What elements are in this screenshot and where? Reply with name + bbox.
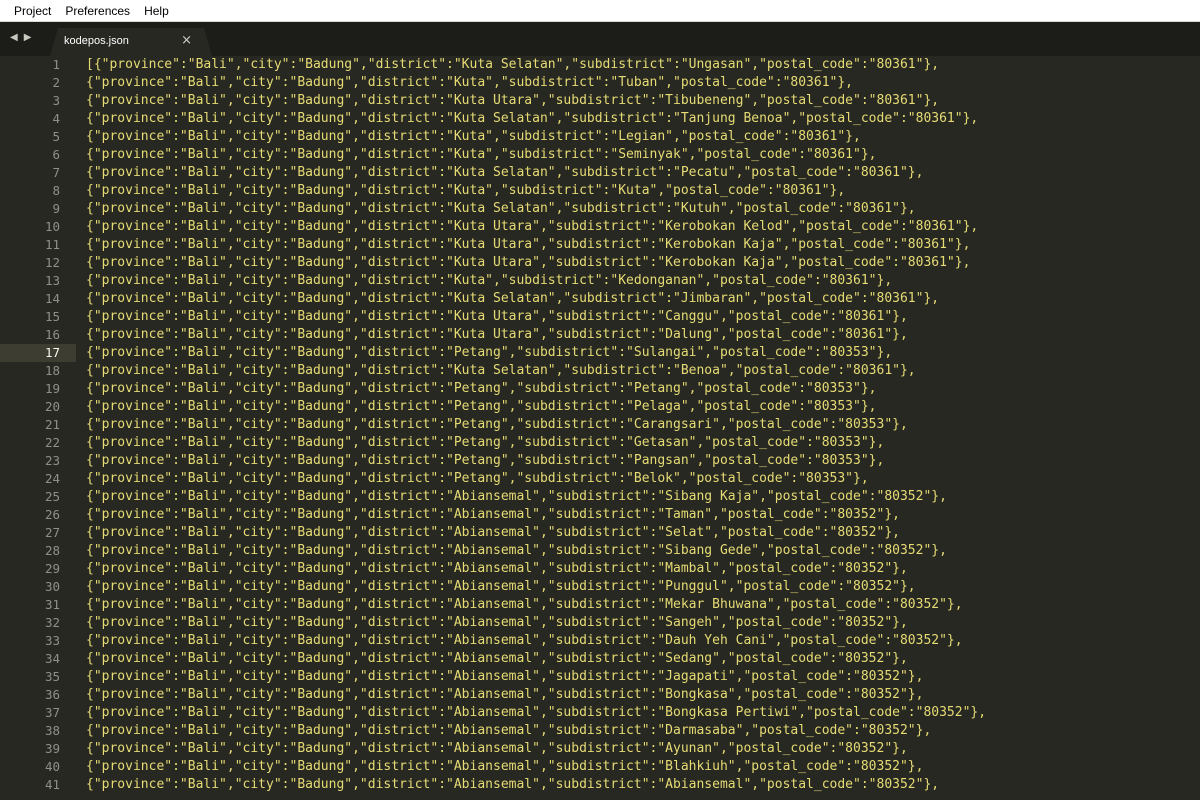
code-line[interactable]: {"province":"Bali","city":"Badung","dist… bbox=[86, 704, 1200, 722]
code-line[interactable]: {"province":"Bali","city":"Badung","dist… bbox=[86, 578, 1200, 596]
code-line[interactable]: {"province":"Bali","city":"Badung","dist… bbox=[86, 452, 1200, 470]
line-number: 39 bbox=[44, 741, 60, 756]
code-line[interactable]: {"province":"Bali","city":"Badung","dist… bbox=[86, 650, 1200, 668]
line-number: 14 bbox=[44, 291, 60, 306]
line-number: 21 bbox=[44, 417, 60, 432]
code-line[interactable]: {"province":"Bali","city":"Badung","dist… bbox=[86, 776, 1200, 794]
line-number: 25 bbox=[44, 489, 60, 504]
code-line[interactable]: {"province":"Bali","city":"Badung","dist… bbox=[86, 254, 1200, 272]
line-number: 33 bbox=[44, 633, 60, 648]
code-line[interactable]: {"province":"Bali","city":"Badung","dist… bbox=[86, 416, 1200, 434]
code-line[interactable]: {"province":"Bali","city":"Badung","dist… bbox=[86, 110, 1200, 128]
line-number: 7 bbox=[52, 165, 60, 180]
code-line[interactable]: {"province":"Bali","city":"Badung","dist… bbox=[86, 344, 1200, 362]
menu-preferences[interactable]: Preferences bbox=[58, 0, 137, 22]
line-number: 13 bbox=[44, 273, 60, 288]
code-line[interactable]: [{"province":"Bali","city":"Badung","dis… bbox=[86, 56, 1200, 74]
line-number-gutter: 1 2 3 4 5 6 7 8 9 10 11 12 13 14 15 16 17 18 19 20 21 22 23 24 2… bbox=[0, 56, 76, 800]
editor[interactable]: 1 2 3 4 5 6 7 8 9 10 11 12 13 14 15 16 17 18 19 20 21 22 23 24 2… bbox=[0, 56, 1200, 800]
code-line[interactable]: {"province":"Bali","city":"Badung","dist… bbox=[86, 434, 1200, 452]
code-line[interactable]: {"province":"Bali","city":"Badung","dist… bbox=[86, 146, 1200, 164]
code-line[interactable]: {"province":"Bali","city":"Badung","dist… bbox=[86, 740, 1200, 758]
code-line[interactable]: {"province":"Bali","city":"Badung","dist… bbox=[86, 398, 1200, 416]
line-number: 30 bbox=[44, 579, 60, 594]
line-number: 20 bbox=[44, 399, 60, 414]
line-number: 34 bbox=[44, 651, 60, 666]
close-icon[interactable]: × bbox=[181, 34, 192, 48]
line-number: 26 bbox=[44, 507, 60, 522]
code-area[interactable]: [{"province":"Bali","city":"Badung","dis… bbox=[86, 56, 1200, 800]
code-line[interactable]: {"province":"Bali","city":"Badung","dist… bbox=[86, 218, 1200, 236]
line-number: 9 bbox=[52, 201, 60, 216]
code-line[interactable]: {"province":"Bali","city":"Badung","dist… bbox=[86, 128, 1200, 146]
line-number: 19 bbox=[44, 381, 60, 396]
code-line[interactable]: {"province":"Bali","city":"Badung","dist… bbox=[86, 164, 1200, 182]
code-line[interactable]: {"province":"Bali","city":"Badung","dist… bbox=[86, 686, 1200, 704]
code-line[interactable]: {"province":"Bali","city":"Badung","dist… bbox=[86, 506, 1200, 524]
code-line[interactable]: {"province":"Bali","city":"Badung","dist… bbox=[86, 524, 1200, 542]
code-line[interactable]: {"province":"Bali","city":"Badung","dist… bbox=[86, 200, 1200, 218]
code-line[interactable]: {"province":"Bali","city":"Badung","dist… bbox=[86, 326, 1200, 344]
line-number: 18 bbox=[44, 363, 60, 378]
tab-title: kodepos.json bbox=[64, 35, 129, 47]
code-line[interactable]: {"province":"Bali","city":"Badung","dist… bbox=[86, 614, 1200, 632]
code-line[interactable]: {"province":"Bali","city":"Badung","dist… bbox=[86, 290, 1200, 308]
line-number: 5 bbox=[52, 129, 60, 144]
code-line[interactable]: {"province":"Bali","city":"Badung","dist… bbox=[86, 308, 1200, 326]
line-number: 1 bbox=[52, 57, 60, 72]
line-number: 37 bbox=[44, 705, 60, 720]
code-line[interactable]: {"province":"Bali","city":"Badung","dist… bbox=[86, 560, 1200, 578]
menu-bar: Project Preferences Help bbox=[0, 0, 1200, 22]
line-number: 2 bbox=[52, 75, 60, 90]
code-line[interactable]: {"province":"Bali","city":"Badung","dist… bbox=[86, 74, 1200, 92]
code-line[interactable]: {"province":"Bali","city":"Badung","dist… bbox=[86, 380, 1200, 398]
tab-kodepos[interactable]: kodepos.json × bbox=[50, 28, 212, 56]
line-number: 41 bbox=[44, 777, 60, 792]
code-line[interactable]: {"province":"Bali","city":"Badung","dist… bbox=[86, 470, 1200, 488]
tab-nav: ◀ ▶ bbox=[10, 32, 31, 44]
line-number: 6 bbox=[52, 147, 60, 162]
line-number: 16 bbox=[44, 327, 60, 342]
code-line[interactable]: {"province":"Bali","city":"Badung","dist… bbox=[86, 722, 1200, 740]
code-line[interactable]: {"province":"Bali","city":"Badung","dist… bbox=[86, 758, 1200, 776]
line-number: 12 bbox=[44, 255, 60, 270]
code-line[interactable]: {"province":"Bali","city":"Badung","dist… bbox=[86, 272, 1200, 290]
line-number: 4 bbox=[52, 111, 60, 126]
code-line[interactable]: {"province":"Bali","city":"Badung","dist… bbox=[86, 182, 1200, 200]
code-line[interactable]: {"province":"Bali","city":"Badung","dist… bbox=[86, 542, 1200, 560]
line-number: 29 bbox=[44, 561, 60, 576]
back-arrow-icon[interactable]: ◀ bbox=[10, 32, 18, 44]
line-number: 23 bbox=[44, 453, 60, 468]
line-number: 22 bbox=[44, 435, 60, 450]
code-line[interactable]: {"province":"Bali","city":"Badung","dist… bbox=[86, 362, 1200, 380]
code-line[interactable]: {"province":"Bali","city":"Badung","dist… bbox=[86, 596, 1200, 614]
line-number: 31 bbox=[44, 597, 60, 612]
line-number: 24 bbox=[44, 471, 60, 486]
line-number: 15 bbox=[44, 309, 60, 324]
line-number: 11 bbox=[44, 237, 60, 252]
code-line[interactable]: {"province":"Bali","city":"Badung","dist… bbox=[86, 92, 1200, 110]
line-number: 8 bbox=[52, 183, 60, 198]
forward-arrow-icon[interactable]: ▶ bbox=[24, 32, 32, 44]
line-number: 3 bbox=[52, 93, 60, 108]
line-number: 35 bbox=[44, 669, 60, 684]
line-number: 38 bbox=[44, 723, 60, 738]
tab-bar: ◀ ▶ kodepos.json × bbox=[0, 22, 1200, 56]
line-number: 27 bbox=[44, 525, 60, 540]
code-line[interactable]: {"province":"Bali","city":"Badung","dist… bbox=[86, 632, 1200, 650]
line-number: 40 bbox=[44, 759, 60, 774]
code-line[interactable]: {"province":"Bali","city":"Badung","dist… bbox=[86, 488, 1200, 506]
line-number: 28 bbox=[44, 543, 60, 558]
code-line[interactable]: {"province":"Bali","city":"Badung","dist… bbox=[86, 668, 1200, 686]
menu-help[interactable]: Help bbox=[137, 0, 176, 22]
menu-project[interactable]: Project bbox=[0, 0, 58, 22]
code-line[interactable]: {"province":"Bali","city":"Badung","dist… bbox=[86, 236, 1200, 254]
line-number: 36 bbox=[44, 687, 60, 702]
line-number: 10 bbox=[44, 219, 60, 234]
line-number: 32 bbox=[44, 615, 60, 630]
line-number: 17 bbox=[0, 344, 76, 362]
